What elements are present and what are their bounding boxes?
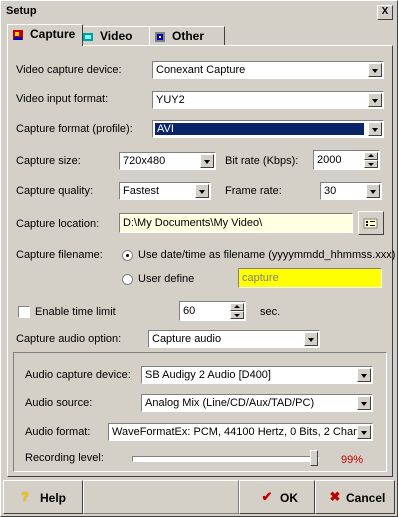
video-device-label: Video capture device: [16,64,122,76]
framerate-select[interactable]: 30 [320,182,382,200]
capture-icon [12,28,24,40]
close-icon: ✖ [329,489,341,504]
chevron-down-icon[interactable] [368,63,382,77]
bitrate-value: 2000 [317,154,342,166]
help-icon: ? [21,489,29,504]
audio-format-select[interactable]: WaveFormatEx: PCM, 44100 Hertz, 0 Bits, … [108,423,373,441]
capture-format-value: AVI [155,123,364,135]
audio-device-label: Audio capture device: [25,369,131,381]
audio-option-label: Capture audio option: [16,333,122,345]
chevron-down-icon[interactable] [200,154,214,168]
help-button[interactable]: ? Help [3,480,83,514]
input-format-label: Video input format: [16,93,109,105]
audio-device-select[interactable]: SB Audigy 2 Audio [D400] [141,366,373,384]
chevron-down-icon[interactable] [368,122,382,136]
filename-datetime-radio[interactable] [122,250,133,261]
video-device-select[interactable]: Conexant Capture [152,61,384,79]
other-icon [154,30,166,42]
window-title: Setup [6,5,37,17]
recording-level-track[interactable] [132,456,319,462]
capture-size-select[interactable]: 720x480 [119,152,216,170]
audio-option-value: Capture audio [152,333,222,345]
chevron-down-icon[interactable] [368,93,382,107]
tab-capture-label: Capture [30,27,76,41]
button-bar-spacer [83,480,239,514]
browse-folder-button[interactable] [358,211,384,235]
video-device-value: Conexant Capture [156,64,246,76]
help-button-label: Help [40,491,67,505]
location-field[interactable]: D:\My Documents\My Video\ [119,213,353,233]
ok-button[interactable]: ✔ OK [239,480,315,514]
video-icon [82,30,94,42]
chevron-down-icon[interactable] [357,425,371,439]
recording-level-label: Recording level: [25,452,104,464]
tab-capture[interactable]: Capture [7,24,83,46]
user-filename-value: capture [242,272,279,284]
time-limit-value: 60 [183,305,196,317]
filename-datetime-label: Use date/time as filename (yyyymmdd_hhmm… [138,249,396,261]
filename-label: Capture filename: [16,249,103,261]
cancel-button-label: Cancel [346,491,386,505]
tab-other-label: Other [172,29,205,43]
recording-level-value: 99% [341,454,364,466]
spin-down-icon[interactable] [230,311,244,319]
location-value: D:\My Documents\My Video\ [123,217,263,229]
close-button[interactable]: X [377,5,393,20]
input-format-value: YUY2 [156,94,185,106]
quality-label: Capture quality: [16,185,94,197]
audio-source-select[interactable]: Analog Mix (Line/CD/Aux/TAD/PC) [141,394,373,412]
cancel-button[interactable]: ✖ Cancel [315,480,395,514]
checkmark-icon: ✔ [261,489,273,504]
capture-size-label: Capture size: [16,155,81,167]
capture-size-value: 720x480 [123,155,166,167]
chevron-down-icon[interactable] [195,184,209,198]
input-format-select[interactable]: YUY2 [152,91,384,109]
chevron-down-icon[interactable] [357,368,371,382]
folder-browse-icon [363,218,378,229]
framerate-value: 30 [324,185,337,197]
audio-option-select[interactable]: Capture audio [148,330,320,348]
filename-user-radio[interactable] [122,274,133,285]
audio-format-label: Audio format: [25,426,91,438]
tab-video-label: Video [100,29,133,43]
time-limit-checkbox[interactable] [18,306,30,318]
audio-device-value: SB Audigy 2 Audio [D400] [145,369,271,381]
spin-up-icon[interactable] [230,303,244,311]
title-bar: Setup X [3,3,395,21]
ok-button-label: OK [280,491,298,505]
audio-source-value: Analog Mix (Line/CD/Aux/TAD/PC) [145,397,315,409]
user-filename-field[interactable]: capture [238,268,382,288]
spin-up-icon[interactable] [364,152,378,160]
framerate-label: Frame rate: [225,185,282,197]
spin-down-icon[interactable] [364,160,378,168]
capture-format-label: Capture format (profile): [16,123,133,135]
time-limit-stepper[interactable]: 60 [179,301,246,321]
tab-video[interactable]: Video [77,26,155,45]
bitrate-label: Bit rate (Kbps): [225,155,299,167]
tab-other[interactable]: Other [149,26,225,45]
audio-format-value: WaveFormatEx: PCM, 44100 Hertz, 0 Bits, … [112,426,357,438]
quality-value: Fastest [123,185,160,197]
capture-format-select[interactable]: AVI [152,120,384,138]
location-label: Capture location: [16,218,100,230]
audio-source-label: Audio source: [25,397,93,409]
filename-user-label: User define [138,273,195,285]
recording-level-slider[interactable] [310,450,318,466]
time-limit-unit: sec. [260,306,281,318]
button-bar: ? Help ✔ OK ✖ Cancel [3,480,395,514]
chevron-down-icon[interactable] [304,332,318,346]
time-limit-label: Enable time limit [35,306,116,318]
bitrate-stepper[interactable]: 2000 [313,150,380,170]
chevron-down-icon[interactable] [357,396,371,410]
setup-window: Setup X Capture Video Other Video captur… [0,0,398,517]
quality-select[interactable]: Fastest [119,182,211,200]
chevron-down-icon[interactable] [366,184,380,198]
